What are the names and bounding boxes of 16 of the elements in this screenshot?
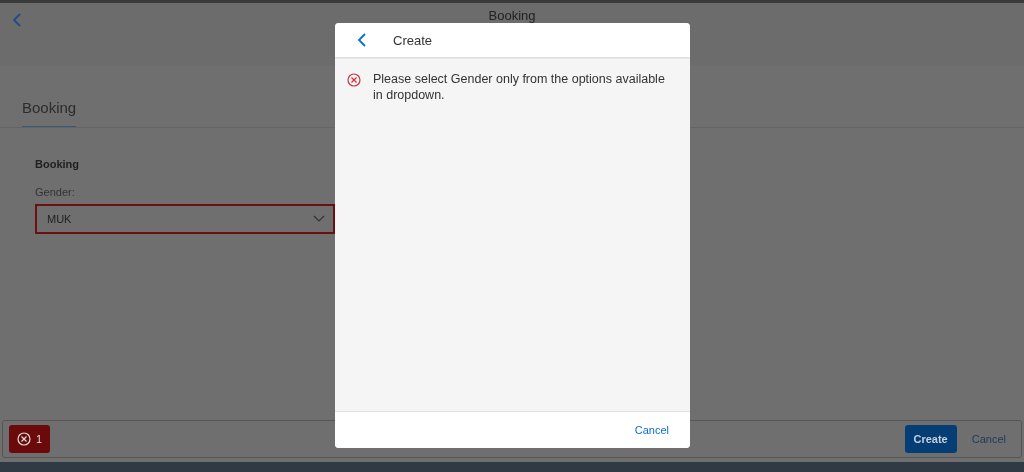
back-icon	[12, 13, 22, 27]
chevron-down-icon	[313, 215, 325, 223]
error-message: Please select Gender only from the options available in dropdown.	[373, 71, 666, 103]
back-icon	[357, 33, 367, 47]
error-icon	[347, 73, 361, 87]
dialog-title: Create	[393, 32, 433, 48]
cancel-button[interactable]: Cancel	[625, 416, 678, 444]
error-messages-button[interactable]: 1	[9, 425, 51, 453]
tab[interactable]: Booking	[22, 96, 77, 127]
error-icon	[17, 432, 31, 446]
field-label: Gender:	[35, 186, 76, 198]
section-title: Booking	[35, 158, 80, 170]
gender-dropdown[interactable]: MUK	[35, 204, 335, 234]
back-button[interactable]	[355, 31, 369, 49]
create-button[interactable]: Create	[904, 425, 957, 453]
page-title: Booking	[488, 8, 536, 23]
